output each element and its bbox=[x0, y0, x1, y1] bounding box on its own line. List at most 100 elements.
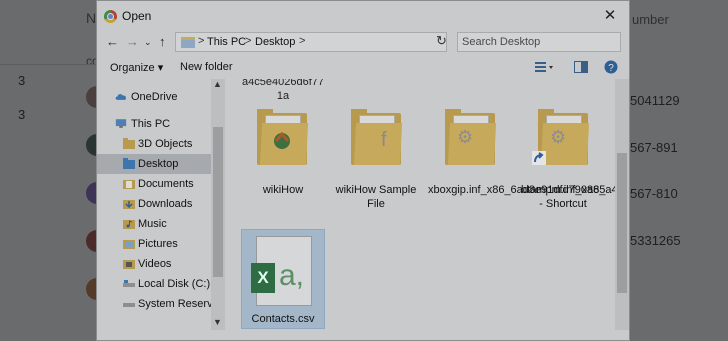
background-phone: 5331265 bbox=[630, 233, 681, 248]
sidebar-item-system-reserved[interactable]: System Reserved bbox=[97, 294, 225, 314]
background-count: 3 bbox=[18, 107, 26, 122]
sidebar-item-label: Documents bbox=[138, 178, 194, 190]
sidebar-item-label: Videos bbox=[138, 258, 172, 270]
forward-arrow-icon[interactable]: → bbox=[126, 34, 139, 49]
background-divider bbox=[0, 64, 96, 65]
sidebar-item-onedrive[interactable]: OneDrive bbox=[97, 87, 212, 107]
documents-icon bbox=[123, 180, 135, 189]
folder-icon: f bbox=[351, 109, 403, 165]
sidebar-item-local-disk[interactable]: Local Disk (C:) bbox=[97, 274, 212, 294]
new-folder-button[interactable]: New folder bbox=[180, 61, 233, 73]
file-name: wikiHow bbox=[262, 184, 304, 196]
search-input[interactable]: Search Desktop bbox=[457, 32, 621, 52]
breadcrumb-this-pc[interactable]: This PC bbox=[207, 36, 246, 48]
sidebar-item-music[interactable]: Music bbox=[97, 214, 212, 234]
file-item-contacts-csv[interactable]: X a, Contacts.csv bbox=[241, 229, 325, 329]
refresh-icon[interactable]: ↻ bbox=[436, 33, 447, 49]
folder-icon: ⚙ bbox=[445, 109, 497, 165]
background-right-panel: umber 5041129 567-891 567-810 5331265 bbox=[630, 0, 728, 341]
folder-item-wikihow[interactable]: wikiHow bbox=[241, 109, 325, 196]
scrollbar-thumb[interactable] bbox=[617, 153, 627, 293]
breadcrumb-separator-icon: > bbox=[198, 35, 205, 47]
sidebar-item-this-pc[interactable]: This PC bbox=[97, 114, 212, 134]
scroll-down-icon[interactable]: ▼ bbox=[213, 317, 222, 327]
preview-pane-icon[interactable] bbox=[574, 60, 588, 78]
file-name: btampm.inf_x86_a4c5e4026d6f771a - Shortc… bbox=[521, 184, 615, 210]
sidebar-item-label: Pictures bbox=[138, 238, 178, 250]
sidebar-item-label: Downloads bbox=[138, 198, 193, 210]
breadcrumb-separator-icon: > bbox=[245, 35, 252, 47]
toolbar: Organize ▾ New folder ? bbox=[97, 55, 629, 79]
scroll-up-icon[interactable]: ▲ bbox=[213, 79, 222, 89]
folder-icon bbox=[123, 158, 135, 169]
sidebar-item-label: Desktop bbox=[138, 158, 179, 170]
settings-gear-icon: ⚙ bbox=[550, 127, 567, 147]
help-icon[interactable]: ? bbox=[604, 60, 618, 79]
music-icon bbox=[123, 220, 135, 229]
open-dialog: Open ✕ ← → ⌄ ↑ > This PC > Desktop > ↻ S… bbox=[96, 0, 630, 341]
background-phone: 5041129 bbox=[630, 93, 680, 108]
background-header: N bbox=[86, 10, 97, 26]
sidebar-item-videos[interactable]: Videos bbox=[97, 254, 212, 274]
recent-locations-chevron-icon[interactable]: ⌄ bbox=[144, 37, 152, 48]
disk-icon bbox=[123, 303, 135, 307]
wikihow-logo-icon bbox=[274, 131, 290, 149]
file-list: a4c5e4026d6f77 1a wikiHow f wikiHow Samp… bbox=[225, 79, 615, 330]
folder-icon bbox=[257, 109, 309, 165]
sidebar-item-label: OneDrive bbox=[131, 91, 178, 103]
background-phone: 567-810 bbox=[630, 186, 678, 201]
sidebar-item-3d-objects[interactable]: 3D Objects bbox=[97, 134, 212, 154]
close-button[interactable]: ✕ bbox=[591, 1, 629, 31]
dialog-title: Open bbox=[122, 9, 152, 23]
file-name: wikiHow Sample File bbox=[335, 184, 417, 210]
sidebar-item-label: Music bbox=[138, 218, 167, 230]
sidebar-item-pictures[interactable]: Pictures bbox=[97, 234, 212, 254]
folder-item-wikihow-sample-file[interactable]: f wikiHow Sample File bbox=[334, 109, 418, 210]
sidebar-item-label: This PC bbox=[131, 118, 171, 130]
file-name: Contacts.csv bbox=[251, 313, 315, 325]
sidebar-item-label: 3D Objects bbox=[138, 138, 193, 150]
organize-button[interactable]: Organize ▾ bbox=[110, 61, 163, 74]
chrome-icon bbox=[104, 10, 117, 23]
file-name: xboxgip.inf_x86_6ad8e91dfd790a85 bbox=[428, 184, 606, 196]
navigation-scrollbar[interactable]: ▲ ▼ bbox=[211, 79, 225, 330]
breadcrumb-desktop[interactable]: Desktop bbox=[255, 36, 295, 48]
scrollbar-thumb[interactable] bbox=[213, 127, 223, 277]
downloads-icon bbox=[123, 200, 135, 209]
settings-gear-icon: ⚙ bbox=[457, 127, 474, 147]
cloud-icon bbox=[115, 94, 126, 100]
shortcut-item-btampm[interactable]: ⚙ btampm.inf_x86_a4c5e4026d6f771a - Shor… bbox=[521, 109, 615, 227]
folder-icon bbox=[181, 37, 195, 48]
title-bar[interactable]: Open ✕ bbox=[97, 1, 629, 31]
disk-icon bbox=[123, 280, 135, 287]
background-count: 3 bbox=[18, 73, 26, 88]
sidebar-item-desktop[interactable]: Desktop bbox=[97, 154, 212, 174]
svg-text:?: ? bbox=[608, 63, 614, 74]
address-bar[interactable]: > This PC > Desktop > bbox=[175, 32, 447, 52]
background-left-panel: N co 3 3 bbox=[0, 0, 108, 341]
folder-item-xboxgip[interactable]: ⚙ xboxgip.inf_x86_6ad8e91dfd790a85 bbox=[428, 109, 606, 227]
back-arrow-icon[interactable]: ← bbox=[106, 34, 119, 49]
search-placeholder: Search Desktop bbox=[462, 36, 541, 48]
sidebar-item-label: Local Disk (C:) bbox=[138, 278, 211, 290]
file-name: a4c5e4026d6f77 1a bbox=[242, 79, 324, 102]
breadcrumb-separator-icon: > bbox=[299, 35, 306, 47]
file-item[interactable]: a4c5e4026d6f77 1a bbox=[241, 79, 325, 102]
file-list-scrollbar[interactable] bbox=[615, 79, 629, 330]
videos-icon bbox=[123, 260, 135, 269]
sidebar-item-downloads[interactable]: Downloads bbox=[97, 194, 212, 214]
address-row: ← → ⌄ ↑ > This PC > Desktop > ↻ Search D… bbox=[97, 31, 629, 53]
sidebar-item-documents[interactable]: Documents bbox=[97, 174, 212, 194]
shortcut-arrow-icon bbox=[532, 151, 546, 165]
background-phone: 567-891 bbox=[630, 140, 678, 155]
folder-icon bbox=[123, 138, 135, 149]
up-arrow-icon[interactable]: ↑ bbox=[159, 34, 166, 49]
computer-icon bbox=[115, 119, 127, 128]
background-header: umber bbox=[632, 12, 669, 27]
text-file-icon: f bbox=[381, 129, 387, 151]
view-options-icon[interactable] bbox=[535, 60, 555, 78]
navigation-pane: OneDrive This PC 3D Objects Desktop Docu… bbox=[97, 79, 225, 330]
pictures-icon bbox=[123, 240, 135, 249]
excel-csv-icon: X a, bbox=[251, 236, 312, 306]
folder-icon: ⚙ bbox=[532, 109, 590, 165]
